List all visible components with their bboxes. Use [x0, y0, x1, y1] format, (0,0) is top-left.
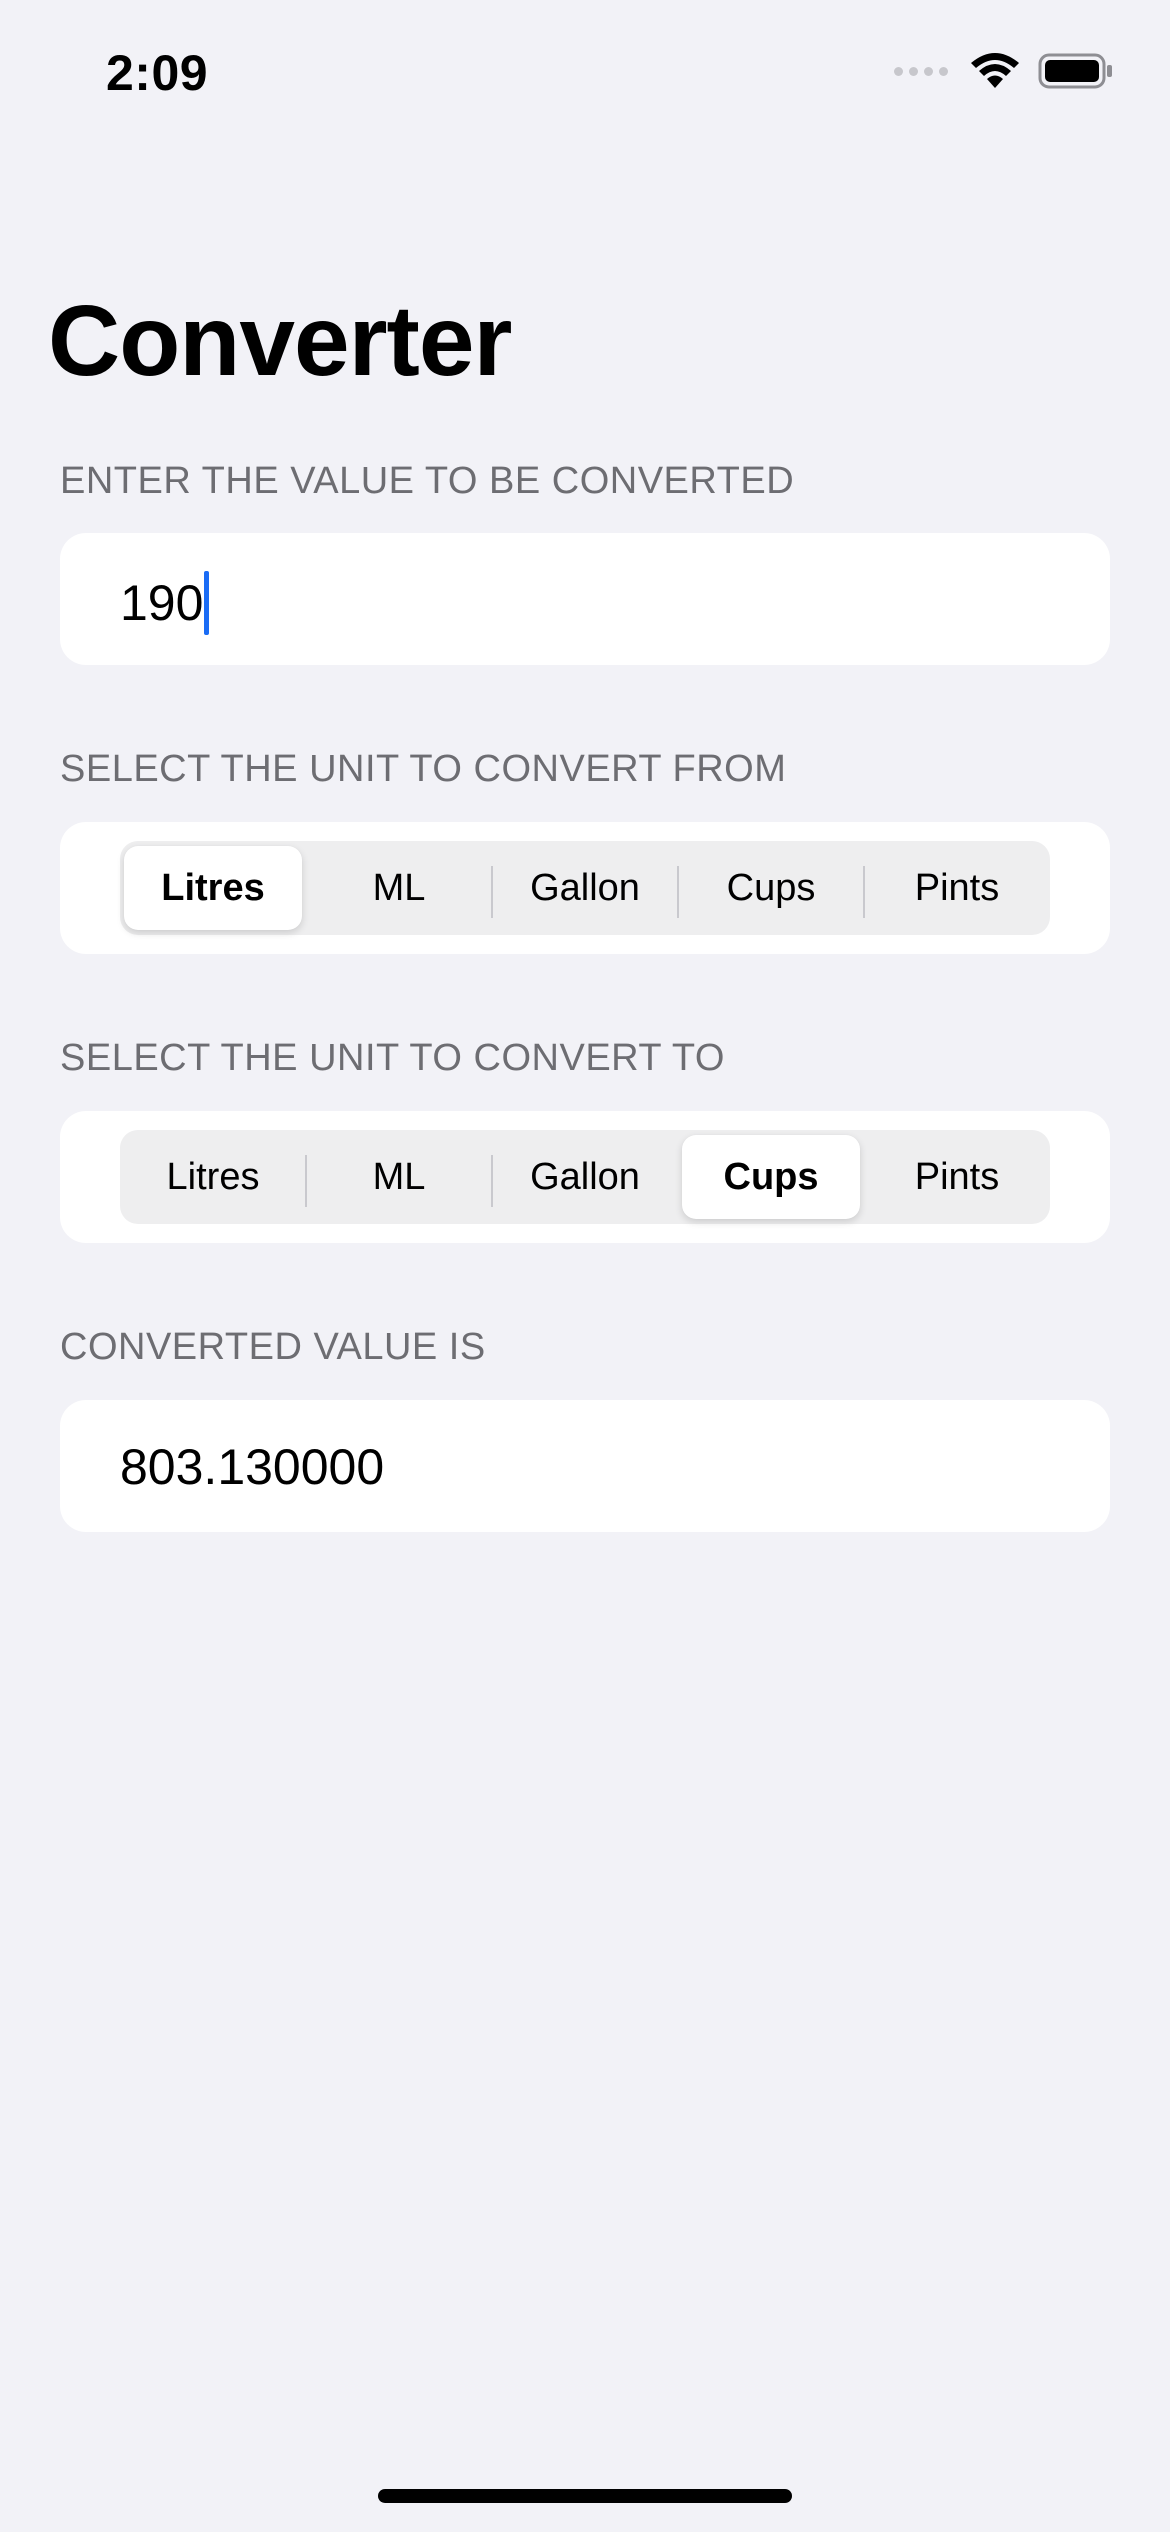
- value-input-text[interactable]: 190: [120, 571, 210, 635]
- to-segment-ml[interactable]: ML: [305, 1135, 488, 1219]
- from-segment-ml[interactable]: ML: [310, 846, 488, 930]
- wifi-icon: [971, 53, 1019, 88]
- value-input-field[interactable]: 190: [60, 533, 1110, 665]
- result-card: 803.130000: [60, 1400, 1110, 1532]
- from-segment-cups[interactable]: Cups: [677, 846, 860, 930]
- from-unit-card: Litres ML Gallon Cups Pints: [60, 822, 1110, 954]
- from-segment-litres[interactable]: Litres: [124, 846, 302, 930]
- battery-icon: [1038, 53, 1112, 89]
- to-unit-segmented-control[interactable]: Litres ML Gallon Cups Pints: [120, 1130, 1050, 1224]
- from-section-header: SELECT THE UNIT TO CONVERT FROM: [60, 748, 787, 790]
- to-section-header: SELECT THE UNIT TO CONVERT TO: [60, 1037, 725, 1079]
- from-segment-gallon[interactable]: Gallon: [491, 846, 674, 930]
- converted-value: 803.130000: [120, 1439, 385, 1495]
- value-input-value: 190: [120, 575, 204, 631]
- input-section-header: ENTER THE VALUE TO BE CONVERTED: [60, 460, 795, 502]
- status-icons: [894, 52, 1114, 90]
- status-time: 2:09: [106, 45, 209, 101]
- page-title: Converter: [48, 285, 512, 397]
- result-section-header: CONVERTED VALUE IS: [60, 1326, 486, 1368]
- from-unit-segmented-control[interactable]: Litres ML Gallon Cups Pints: [120, 841, 1050, 935]
- status-bar: 2:09: [0, 0, 1170, 140]
- to-unit-card: Litres ML Gallon Cups Pints: [60, 1111, 1110, 1243]
- home-indicator[interactable]: [378, 2489, 792, 2503]
- to-segment-gallon[interactable]: Gallon: [491, 1135, 674, 1219]
- to-segment-pints[interactable]: Pints: [868, 1135, 1046, 1219]
- cellular-signal-icon: [894, 66, 948, 76]
- to-segment-litres[interactable]: Litres: [124, 1135, 302, 1219]
- to-segment-cups[interactable]: Cups: [682, 1135, 860, 1219]
- from-segment-pints[interactable]: Pints: [863, 846, 1046, 930]
- text-caret: [204, 571, 210, 635]
